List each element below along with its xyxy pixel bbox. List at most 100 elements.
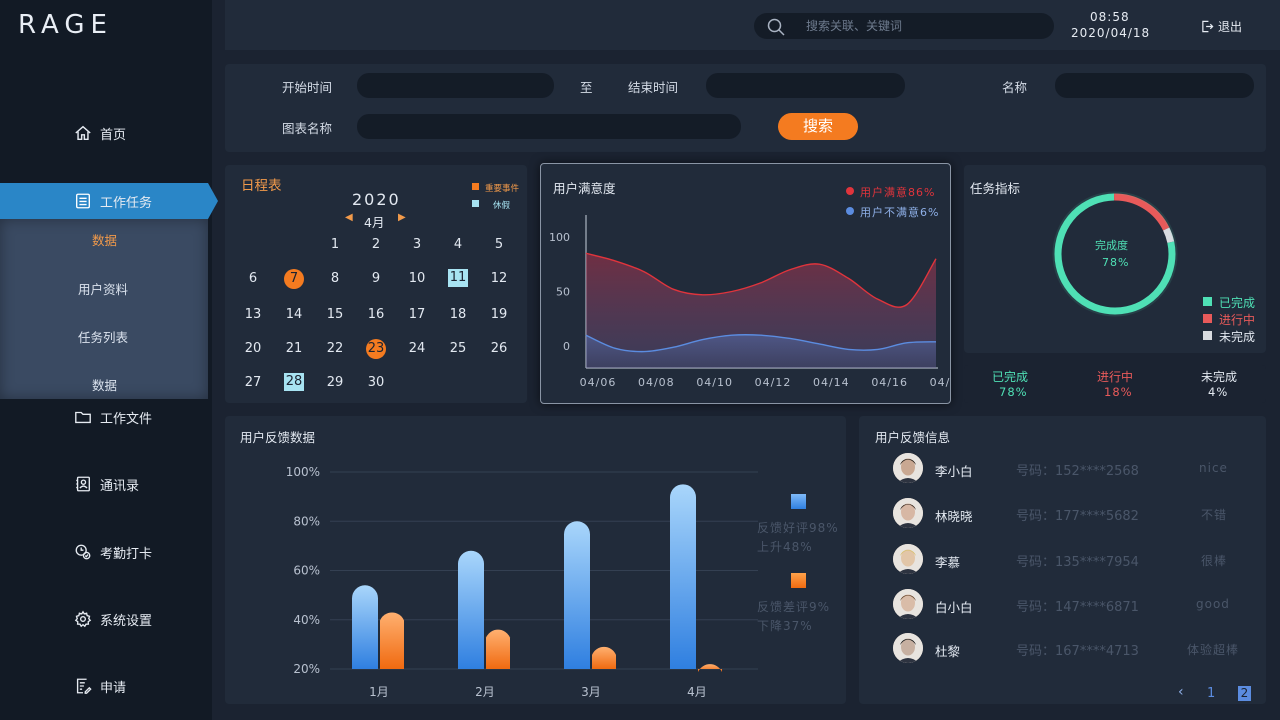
list-item[interactable]: 杜黎 号码：167****4713 体验超棒: [893, 633, 1253, 665]
y-tick-label: 60%: [293, 564, 320, 578]
calendar-day[interactable]: 6: [242, 269, 264, 289]
calendar-day[interactable]: 25: [447, 339, 469, 359]
calendar-day[interactable]: 29: [324, 373, 346, 393]
feedback-name: 林晓晓: [935, 509, 973, 524]
calendar-day[interactable]: 15: [324, 305, 346, 325]
contacts-icon: [76, 476, 90, 492]
search-input[interactable]: [806, 17, 1036, 35]
legend-swatch-bad: [791, 573, 806, 588]
y-tick-label: 100%: [286, 465, 320, 479]
nav-item-contacts[interactable]: 通讯录: [0, 466, 212, 502]
feedback-phone: 号码：152****2568: [1016, 464, 1139, 479]
task-list-icon: [76, 193, 90, 209]
calendar-day[interactable]: 23: [366, 339, 386, 359]
calendar-day[interactable]: 5: [488, 235, 510, 255]
chart-name-input[interactable]: [357, 114, 741, 139]
avatar: [893, 589, 923, 619]
calendar-day[interactable]: 21: [283, 339, 305, 359]
feedback-name: 杜黎: [935, 644, 961, 659]
calendar-day[interactable]: 1: [324, 235, 346, 255]
task-stat-value: 78%: [999, 385, 1028, 399]
feedback-comment: 体验超棒: [1187, 643, 1240, 657]
feedback-name: 李小白: [935, 464, 973, 479]
pagination-prev[interactable]: ‹: [1178, 684, 1184, 700]
calendar-day[interactable]: 13: [242, 305, 264, 325]
feedback-name: 白小白: [935, 600, 973, 615]
search-box[interactable]: [754, 13, 1054, 39]
submenu: 数据 用户资料 任务列表 数据: [0, 219, 208, 399]
calendar-day[interactable]: 14: [283, 305, 305, 325]
calendar-day[interactable]: 18: [447, 305, 469, 325]
submenu-item-user-profile[interactable]: 用户资料: [78, 279, 128, 298]
calendar-day[interactable]: 20: [242, 339, 264, 359]
application-icon: [76, 678, 92, 694]
calendar-day[interactable]: 7: [284, 269, 304, 289]
submenu-item-data-2[interactable]: 数据: [92, 375, 117, 394]
x-tick-label: 3月: [581, 685, 601, 699]
calendar-day[interactable]: 16: [365, 305, 387, 325]
legend-swatch-important: [472, 183, 479, 190]
calendar-day[interactable]: 22: [324, 339, 346, 359]
nav-item-label: 工作文件: [100, 411, 153, 427]
calendar-day[interactable]: 10: [406, 269, 428, 289]
app-logo: RAGE: [18, 10, 113, 40]
calendar-day[interactable]: 27: [242, 373, 264, 393]
nav-item-application[interactable]: 申请: [0, 668, 212, 704]
pagination-page-1[interactable]: 1: [1207, 686, 1215, 701]
nav-item-label: 考勤打卡: [100, 546, 153, 562]
nav-item-work-task[interactable]: 工作任务: [0, 183, 218, 219]
legend-swatch: [1203, 331, 1212, 340]
feedback-phone: 号码：135****7954: [1016, 555, 1139, 570]
search-button[interactable]: 搜索: [778, 113, 858, 140]
list-item[interactable]: 白小白 号码：147****6871 good: [893, 589, 1253, 621]
calendar-day[interactable]: 8: [324, 269, 346, 289]
legend-swatch-good: [791, 494, 806, 509]
gear-icon: [74, 610, 92, 628]
task-donut-chart: [1052, 191, 1178, 317]
legend-label: 未完成: [1219, 330, 1256, 344]
nav-item-attendance[interactable]: 考勤打卡: [0, 534, 212, 570]
clock-date: 2020/04/18: [1071, 26, 1151, 40]
calendar-day[interactable]: 12: [488, 269, 510, 289]
submenu-item-data[interactable]: 数据: [92, 230, 117, 249]
feedback-info-title: 用户反馈信息: [875, 430, 951, 445]
start-time-input[interactable]: [357, 73, 554, 98]
calendar-day[interactable]: 19: [488, 305, 510, 325]
end-time-input[interactable]: [706, 73, 905, 98]
nav-item-settings[interactable]: 系统设置: [0, 601, 212, 637]
pagination-page-2[interactable]: 2: [1238, 686, 1251, 701]
logout-button[interactable]: 退出: [1201, 18, 1242, 35]
calendar-day[interactable]: 9: [365, 269, 387, 289]
calendar-day[interactable]: 11: [448, 269, 468, 287]
legend-vacation-label: 休假: [493, 201, 511, 211]
logout-icon: [1202, 20, 1214, 33]
calendar-day[interactable]: 17: [406, 305, 428, 325]
prev-month-icon[interactable]: ◀: [345, 212, 353, 223]
y-tick-label: 50: [556, 286, 570, 299]
nav-item-home[interactable]: 首页: [0, 115, 212, 151]
satisfaction-chart: 100 50 0 04/06 04/08 04/10 04/12 04/14 04/16 04/1…: [549, 215, 951, 389]
calendar-day[interactable]: 2: [365, 235, 387, 255]
x-tick-label: 04/12: [755, 376, 792, 389]
x-tick-label: 2月: [475, 685, 495, 699]
bar-good: [670, 484, 696, 669]
clock-time: 08:58: [1090, 10, 1130, 24]
calendar-day[interactable]: 28: [284, 373, 304, 391]
nav-item-label: 工作任务: [100, 195, 153, 211]
list-item[interactable]: 林晓晓 号码：177****5682 不错: [893, 498, 1253, 530]
task-stat-value: 4%: [1208, 385, 1229, 399]
y-tick-label: 20%: [293, 662, 320, 676]
feedback-comment: nice: [1199, 461, 1228, 475]
calendar-day[interactable]: 26: [488, 339, 510, 359]
list-item[interactable]: 李慕 号码：135****7954 很棒: [893, 544, 1253, 576]
submenu-item-task-list[interactable]: 任务列表: [78, 327, 128, 346]
calendar-day[interactable]: 4: [447, 235, 469, 255]
list-item[interactable]: 李小白 号码：152****2568 nice: [893, 453, 1253, 485]
next-month-icon[interactable]: ▶: [398, 212, 406, 223]
name-input[interactable]: [1055, 73, 1254, 98]
legend-important-label: 重要事件: [485, 184, 520, 194]
nav-item-work-files[interactable]: 工作文件: [0, 399, 212, 435]
calendar-day[interactable]: 30: [365, 373, 387, 393]
calendar-day[interactable]: 3: [406, 235, 428, 255]
calendar-day[interactable]: 24: [406, 339, 428, 359]
